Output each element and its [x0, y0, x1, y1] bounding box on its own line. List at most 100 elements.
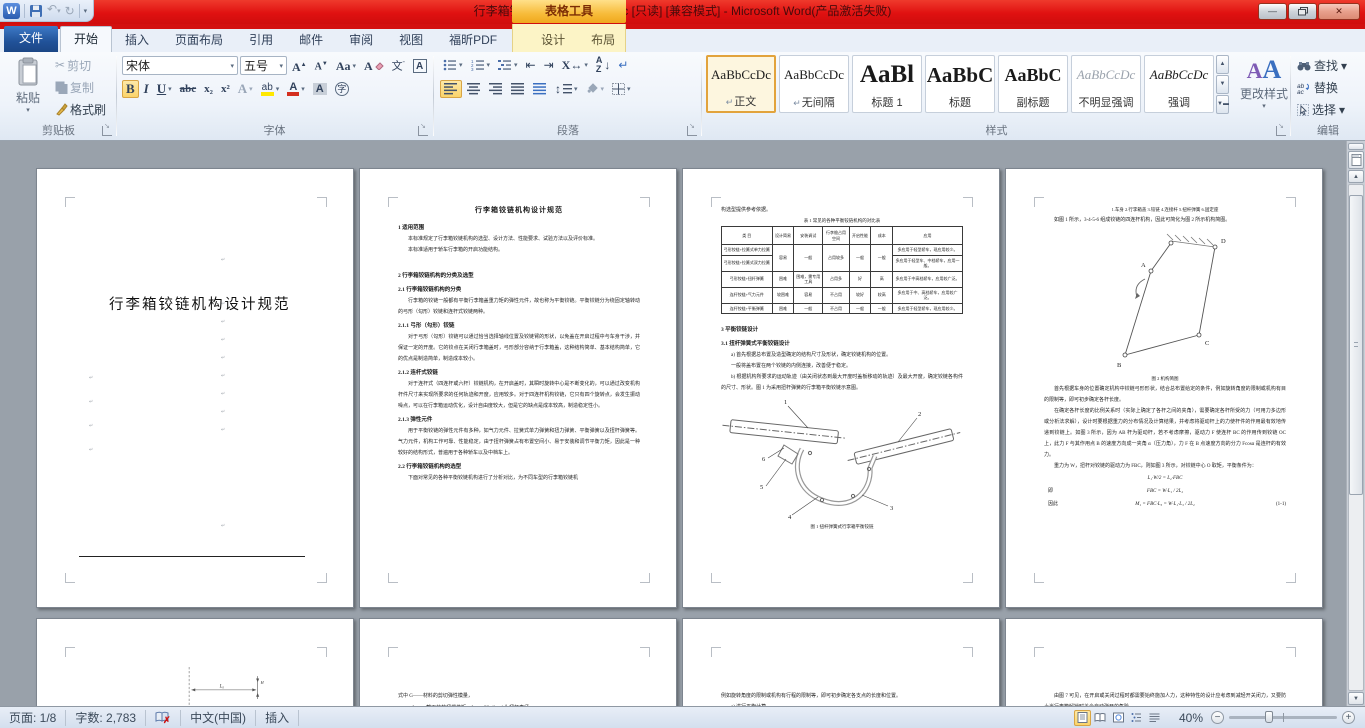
- scroll-down-icon[interactable]: ▼: [1348, 692, 1364, 705]
- replace-button[interactable]: abac 替换: [1297, 78, 1338, 97]
- style-card-0[interactable]: AaBbCcDc↵正文: [706, 55, 776, 113]
- sort-button[interactable]: AZ↓: [593, 56, 614, 74]
- styles-scroll-down-icon[interactable]: ▼: [1216, 75, 1229, 94]
- ribbon-tab-4[interactable]: 引用: [236, 29, 286, 52]
- underline-button[interactable]: U▾: [154, 80, 175, 98]
- styles-more-icon[interactable]: ▼▬: [1216, 95, 1229, 114]
- ribbon-tab-3[interactable]: 页面布局: [162, 29, 236, 52]
- paste-button[interactable]: 粘贴 ▾: [7, 56, 49, 132]
- style-card-5[interactable]: AaBbCcDc不明显强调: [1071, 55, 1141, 113]
- styles-scroll-up-icon[interactable]: ▲: [1216, 55, 1229, 74]
- shrink-font-button[interactable]: A▼: [312, 57, 331, 75]
- page-indicator[interactable]: 页面: 1/8: [0, 710, 66, 726]
- distribute-button[interactable]: [530, 80, 550, 98]
- style-card-4[interactable]: AaBbC副标题: [998, 55, 1068, 113]
- document-page-4[interactable]: 1.车身 2.行李箱盖 3.铰链 4.连接杆 5.扭杆弹簧 6.固定座如图 1 …: [1005, 168, 1323, 608]
- proofing-status[interactable]: ✗: [146, 710, 181, 726]
- ribbon-tab-10[interactable]: 布局: [578, 29, 628, 52]
- web-layout-view-icon[interactable]: [1110, 710, 1127, 726]
- document-page-1[interactable]: 行李箱铰链机构设计规范↵↵↵↵↵↵↵↵↵↵↵↵↵↵: [36, 168, 354, 608]
- zoom-out-icon[interactable]: −: [1211, 711, 1224, 724]
- document-page-3[interactable]: 构选型提供参考依据。表 1 常见的各种平衡铰链机构的对比表类 目设计简易安装调试…: [682, 168, 1000, 608]
- copy-button[interactable]: 复制: [52, 78, 109, 96]
- ribbon-tab-2[interactable]: 插入: [112, 29, 162, 52]
- split-handle[interactable]: [1348, 143, 1364, 150]
- cut-button[interactable]: ✂ 剪切: [52, 56, 109, 74]
- borders-button[interactable]: ▾: [609, 80, 634, 98]
- text-effects-button[interactable]: A▾: [235, 80, 256, 98]
- customize-qat-icon[interactable]: ▾: [84, 7, 88, 15]
- word-count[interactable]: 字数: 2,783: [66, 710, 146, 726]
- style-card-6[interactable]: AaBbCcDc强调: [1144, 55, 1214, 113]
- numbering-button[interactable]: 123▾: [468, 56, 494, 74]
- find-button[interactable]: 查找▾: [1297, 56, 1347, 75]
- scrollbar-thumb[interactable]: [1349, 195, 1363, 495]
- strikethrough-button[interactable]: abc: [177, 80, 200, 98]
- styles-dialog-launcher-icon[interactable]: [1276, 126, 1286, 136]
- line-spacing-button[interactable]: ↕▾: [552, 80, 581, 98]
- shading-button[interactable]: ▾: [583, 80, 608, 98]
- ribbon-tab-6[interactable]: 审阅: [336, 29, 386, 52]
- scroll-up-icon[interactable]: ▲: [1348, 170, 1364, 183]
- document-canvas[interactable]: 行李箱铰链机构设计规范↵↵↵↵↵↵↵↵↵↵↵↵↵↵行李箱铰链机构设计规范1 适用…: [0, 141, 1365, 706]
- subscript-button[interactable]: x₂: [201, 80, 216, 98]
- print-layout-view-icon[interactable]: [1074, 710, 1091, 726]
- character-shading-button[interactable]: A: [310, 80, 330, 98]
- clipboard-dialog-launcher-icon[interactable]: [102, 126, 112, 136]
- close-button[interactable]: ✕: [1318, 3, 1360, 20]
- outline-view-icon[interactable]: [1128, 710, 1145, 726]
- redo-icon[interactable]: ↻: [65, 4, 75, 18]
- select-button[interactable]: 选择▾: [1297, 100, 1345, 119]
- multilevel-list-button[interactable]: ▾: [495, 56, 521, 74]
- font-name-combo[interactable]: 宋体▾: [122, 56, 238, 75]
- change-styles-button[interactable]: AA 更改样式 ▾: [1236, 55, 1292, 131]
- document-page-5[interactable]: L₀ H O: [36, 618, 354, 706]
- show-hide-marks-button[interactable]: ↵: [615, 56, 631, 74]
- save-icon[interactable]: [29, 3, 43, 18]
- grow-font-button[interactable]: A▲: [289, 57, 310, 75]
- zoom-level[interactable]: 40%: [1179, 711, 1203, 725]
- align-right-button[interactable]: [486, 80, 506, 98]
- restore-button[interactable]: [1288, 3, 1317, 20]
- enclose-characters-button[interactable]: 字: [332, 80, 352, 98]
- font-color-button[interactable]: A▾: [284, 80, 307, 98]
- ribbon-tab-5[interactable]: 邮件: [286, 29, 336, 52]
- undo-icon[interactable]: ↶▾: [47, 2, 61, 19]
- character-border-button[interactable]: A: [410, 57, 430, 75]
- paragraph-dialog-launcher-icon[interactable]: [687, 126, 697, 136]
- ribbon-tab-0[interactable]: 文件: [4, 26, 58, 52]
- word-app-icon[interactable]: W: [3, 3, 20, 19]
- change-case-button[interactable]: Aa▾: [333, 57, 359, 75]
- phonetic-guide-button[interactable]: 文'': [389, 57, 408, 75]
- fullscreen-reading-view-icon[interactable]: [1092, 710, 1109, 726]
- document-page-8[interactable]: 由图 7 可见，在开启或关闭过程时都需要始终施加人力，这种特性的设计应考虑到减轻…: [1005, 618, 1323, 706]
- document-page-7[interactable]: 例如旋转角度的限制或机构有行程的限制等，即可初步确定各支点的长度和位置。c) 进…: [682, 618, 1000, 706]
- document-page-6[interactable]: 式中 G——材料的剪切弹性模量，Jₚ——截面的抗扭惯性矩，Jₚ = π/32·d…: [359, 618, 677, 706]
- scrollbar-track[interactable]: [1348, 184, 1364, 691]
- style-card-1[interactable]: AaBbCcDc↵无间隔: [779, 55, 849, 113]
- bold-button[interactable]: B: [122, 80, 139, 98]
- italic-button[interactable]: I: [141, 80, 152, 98]
- superscript-button[interactable]: x²: [218, 80, 233, 98]
- ribbon-tab-7[interactable]: 视图: [386, 29, 436, 52]
- clear-formatting-button[interactable]: A: [361, 57, 387, 75]
- minimize-button[interactable]: —: [1258, 3, 1287, 20]
- vertical-scrollbar[interactable]: ▲ ▼: [1346, 141, 1365, 706]
- bullets-button[interactable]: ▾: [440, 56, 466, 74]
- ribbon-tab-8[interactable]: 福昕PDF: [436, 29, 510, 52]
- asian-layout-button[interactable]: X↔▾: [559, 56, 591, 74]
- style-card-3[interactable]: AaBbC标题: [925, 55, 995, 113]
- ribbon-tab-1[interactable]: 开始: [60, 26, 112, 52]
- style-card-2[interactable]: AaBl标题 1: [852, 55, 922, 113]
- language-indicator[interactable]: 中文(中国): [181, 710, 256, 726]
- zoom-in-icon[interactable]: +: [1342, 711, 1355, 724]
- document-page-2[interactable]: 行李箱铰链机构设计规范1 适用范围本标准规定了行李箱铰链机构的选型、设计方法、性…: [359, 168, 677, 608]
- ribbon-tab-9[interactable]: 设计: [528, 29, 578, 52]
- increase-indent-button[interactable]: ⇥: [541, 56, 557, 74]
- format-painter-button[interactable]: 格式刷: [52, 100, 109, 118]
- align-left-button[interactable]: [440, 80, 462, 98]
- draft-view-icon[interactable]: [1146, 710, 1163, 726]
- justify-button[interactable]: [508, 80, 528, 98]
- font-size-combo[interactable]: 五号▾: [240, 56, 287, 75]
- decrease-indent-button[interactable]: ⇤: [523, 56, 539, 74]
